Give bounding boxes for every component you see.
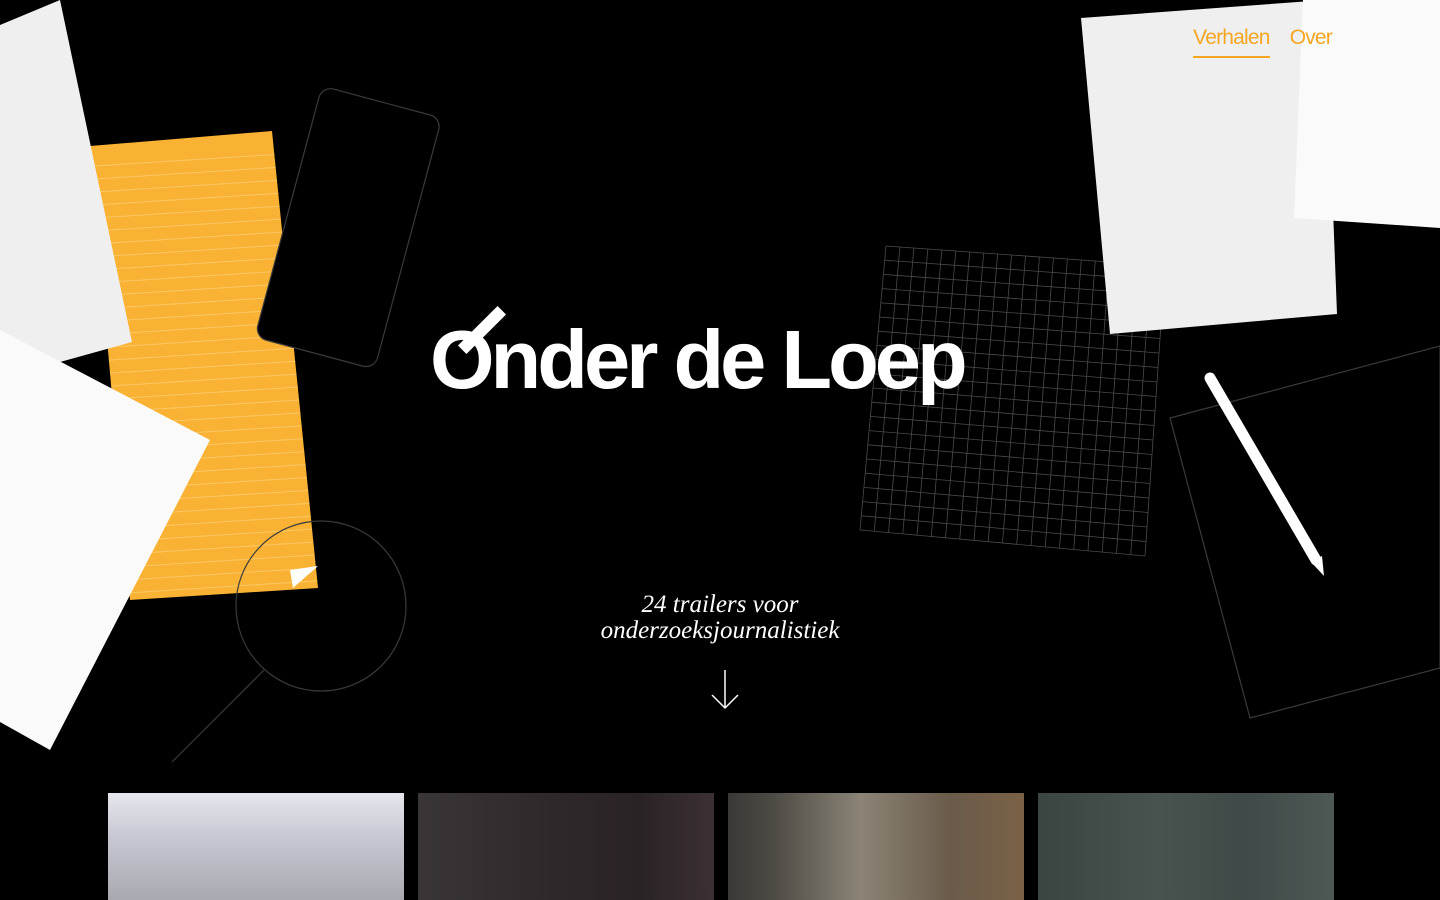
nav-link-verhalen[interactable]: Verhalen <box>1193 26 1270 58</box>
phone-outline <box>256 88 440 368</box>
story-card[interactable] <box>418 793 714 900</box>
arrow-down-icon <box>711 670 739 710</box>
grid-line <box>859 529 1146 557</box>
tagline-line-1: 24 trailers voor <box>641 591 799 618</box>
tagline: 24 trailers voor onderzoeksjournalistiek <box>0 592 1440 644</box>
grid-line <box>862 501 1148 528</box>
story-card[interactable] <box>108 793 404 900</box>
story-card[interactable] <box>728 793 1024 900</box>
nav-link-over[interactable]: Over <box>1290 26 1333 58</box>
grid-line <box>863 487 1149 513</box>
desk-illustration <box>0 0 1440 763</box>
tagline-line-2: onderzoeksjournalistiek <box>600 617 840 644</box>
main-nav: Verhalen Over <box>1193 26 1333 58</box>
scroll-down-button[interactable] <box>708 668 742 712</box>
site-logo[interactable]: Onder de Loep <box>430 300 1020 420</box>
story-card[interactable] <box>1038 793 1334 900</box>
grid-line <box>861 515 1147 542</box>
story-cards <box>108 793 1334 900</box>
page-title: Onder de Loep <box>430 313 968 406</box>
